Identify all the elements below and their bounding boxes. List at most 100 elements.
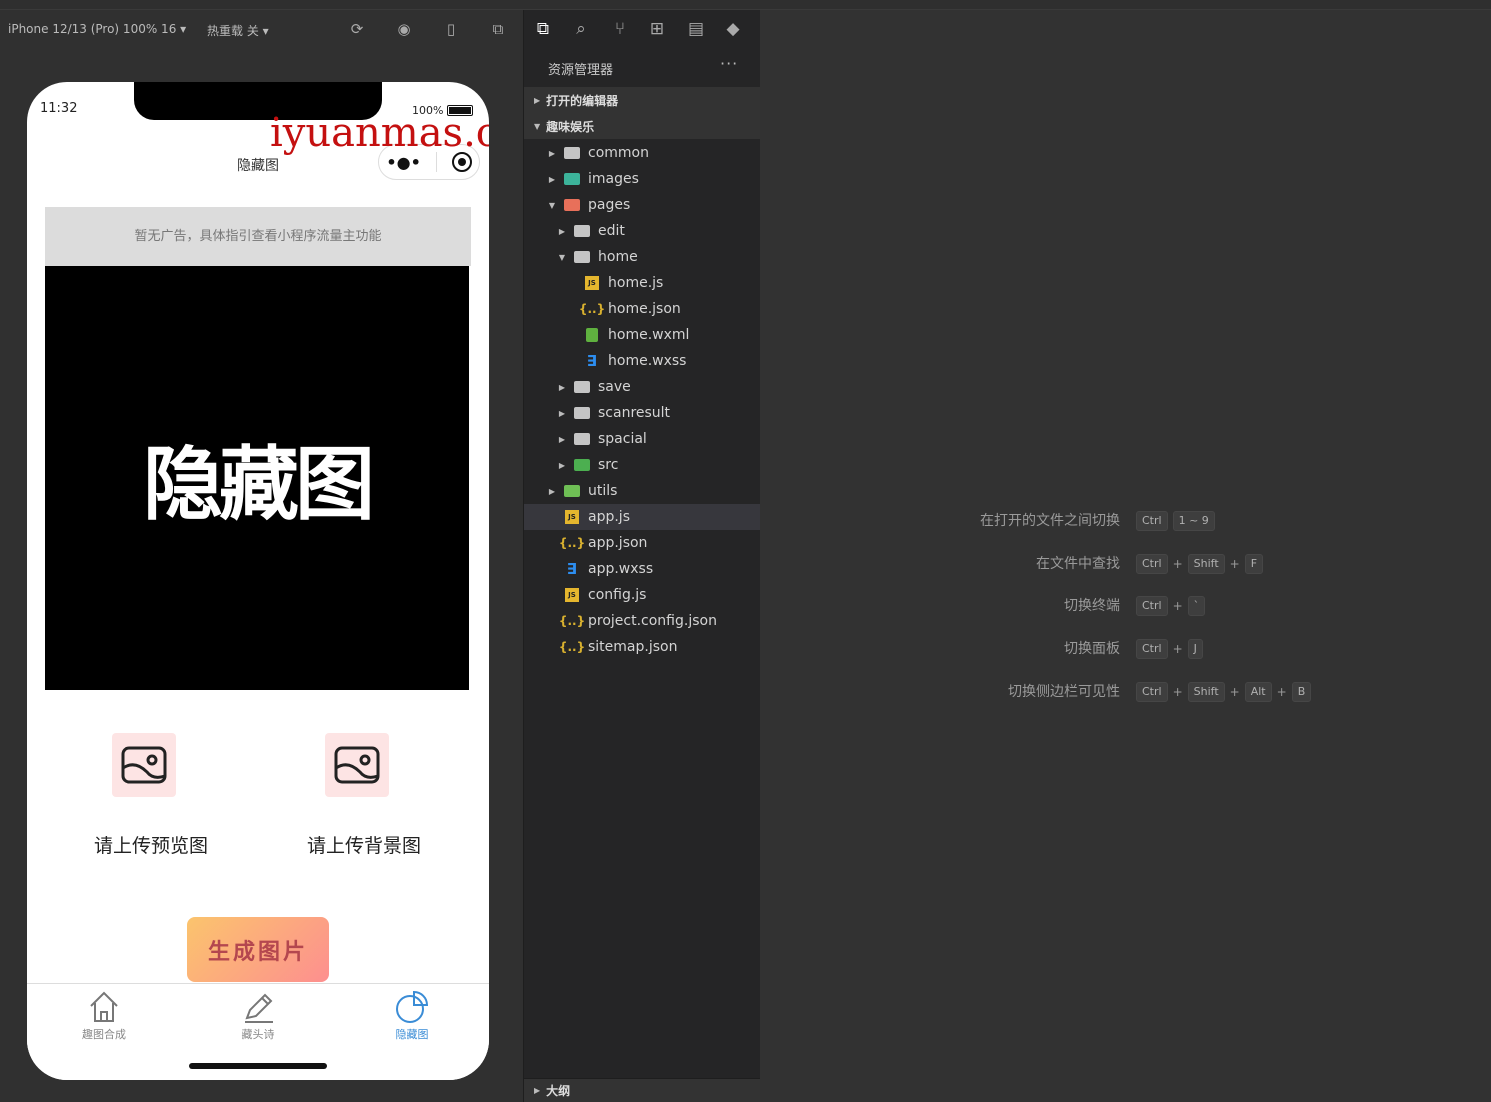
device-select[interactable]: iPhone 12/13 (Pro) 100% 16 ▾	[8, 22, 186, 36]
editor-area: 在打开的文件之间切换 Ctrl 1 ~ 9 在文件中查找 Ctrl + Shift + F 切换终…	[760, 10, 1491, 1102]
upload-background-label: 请上传背景图	[306, 835, 421, 857]
folder-icon	[574, 406, 590, 420]
js-file-icon: JS	[564, 510, 580, 524]
tree-item[interactable]: JS app.js	[524, 504, 761, 530]
refresh-icon[interactable]: ⟳	[348, 20, 366, 38]
tree-item[interactable]: ▼ pages	[524, 192, 761, 218]
shortcut-label: 切换面板	[1064, 641, 1120, 658]
shortcut-hint: 在打开的文件之间切换 Ctrl 1 ~ 9	[760, 510, 1491, 532]
more-actions-icon[interactable]: ···	[720, 54, 738, 73]
shortcut-keys: Ctrl + J	[1136, 638, 1203, 660]
section-label: 趣味娱乐	[546, 119, 595, 134]
caret-right-icon: ▶	[548, 174, 556, 184]
ad-banner: 暂无广告，具体指引查看小程序流量主功能	[45, 207, 471, 266]
tree-item[interactable]: {..} sitemap.json	[524, 634, 761, 660]
simulator-toolbar: iPhone 12/13 (Pro) 100% 16 ▾ 热重载 关 ▾ ⟳ ◉…	[0, 10, 523, 48]
tree-item-label: home.json	[608, 301, 681, 317]
upload-preview-button[interactable]	[112, 733, 176, 797]
key: Shift	[1187, 553, 1225, 574]
tree-item[interactable]: JS home.js	[524, 270, 761, 296]
json-file-icon: {..}	[558, 614, 586, 628]
section-outline[interactable]: ▶ 大纲	[524, 1078, 761, 1102]
section-label: 打开的编辑器	[546, 93, 619, 108]
caret-down-icon: ▼	[548, 200, 556, 210]
tab-fun-image[interactable]: 趣图合成	[54, 988, 154, 1042]
tree-item-label: save	[598, 379, 631, 395]
section-project[interactable]: ▼ 趣味娱乐	[524, 113, 761, 139]
tree-item[interactable]: ▶ edit	[524, 218, 761, 244]
tree-item-label: app.json	[588, 535, 648, 551]
tree-item[interactable]: ▶ utils	[524, 478, 761, 504]
caret-right-icon: ▶	[558, 460, 566, 470]
tree-item-label: scanresult	[598, 405, 671, 421]
generate-image-button[interactable]: 生成图片	[187, 917, 329, 982]
pie-chart-icon	[396, 990, 429, 1023]
tree-item[interactable]: ▶ save	[524, 374, 761, 400]
activity-tabs: ⧉ ⌕ ⑂ ⊞ ▤ ◆	[524, 10, 761, 48]
upload-preview-label: 请上传预览图	[93, 835, 208, 857]
section-label: 大纲	[546, 1084, 571, 1098]
tree-item[interactable]: ▶ scanresult	[524, 400, 761, 426]
wxml-file-icon	[584, 328, 600, 342]
key-plus: +	[1172, 556, 1183, 571]
tree-item-label: sitemap.json	[588, 639, 678, 655]
tree-item[interactable]: {..} project.config.json	[524, 608, 761, 634]
key: F	[1244, 553, 1264, 574]
tree-item[interactable]: JS config.js	[524, 582, 761, 608]
key: Ctrl	[1136, 639, 1168, 660]
tab-acrostic[interactable]: 藏头诗	[208, 988, 308, 1042]
tab-hidden-image[interactable]: 隐藏图	[362, 988, 462, 1042]
shortcut-keys: Ctrl + Shift + Alt + B	[1136, 681, 1312, 703]
files-icon[interactable]: ⧉	[533, 19, 553, 39]
shortcut-keys: Ctrl 1 ~ 9	[1136, 510, 1215, 532]
image-icon	[334, 746, 380, 784]
tree-item-label: common	[588, 145, 649, 161]
key: Ctrl	[1136, 681, 1168, 702]
record-icon[interactable]: ◉	[395, 20, 413, 38]
key: Ctrl	[1136, 553, 1168, 574]
caret-right-icon: ▶	[558, 408, 566, 418]
tree-item[interactable]: ∃ app.wxss	[524, 556, 761, 582]
tree-item-label: pages	[588, 197, 631, 213]
tree-item[interactable]: ∃ home.wxss	[524, 348, 761, 374]
caret-right-icon: ▶	[558, 382, 566, 392]
tree-item-label: images	[588, 171, 639, 187]
tree-item[interactable]: ▶ common	[524, 140, 761, 166]
watermark: iyuanmas.com	[270, 110, 489, 156]
key: Ctrl	[1136, 596, 1168, 617]
docker-icon[interactable]: ◆	[723, 19, 743, 39]
caret-down-icon: ▼	[534, 121, 541, 131]
key: Ctrl	[1136, 511, 1168, 531]
window-icon[interactable]: ⧉	[489, 20, 507, 38]
tree-item[interactable]: ▶ images	[524, 166, 761, 192]
tab-label: 藏头诗	[241, 1028, 275, 1041]
tree-item[interactable]: {..} app.json	[524, 530, 761, 556]
hot-reload-select[interactable]: 热重载 关 ▾	[207, 22, 269, 39]
source-control-icon[interactable]: ⑂	[610, 19, 630, 39]
tree-item[interactable]: {..} home.json	[524, 296, 761, 322]
folder-icon	[574, 380, 590, 394]
phone-icon[interactable]: ▯	[442, 20, 460, 38]
folder-icon	[564, 484, 580, 498]
shortcut-label: 切换侧边栏可见性	[1008, 683, 1120, 700]
section-open-editors[interactable]: ▶ 打开的编辑器	[524, 87, 761, 113]
tree-item-label: project.config.json	[588, 613, 717, 629]
key: B	[1291, 681, 1312, 702]
json-file-icon: {..}	[558, 536, 586, 550]
tree-item-label: home.wxml	[608, 327, 690, 343]
key: J	[1187, 639, 1203, 660]
tree-item[interactable]: ▶ src	[524, 452, 761, 478]
save-icon[interactable]: ▤	[686, 19, 706, 39]
shortcut-hint: 切换侧边栏可见性 Ctrl + Shift + Alt + B	[760, 681, 1491, 703]
search-icon[interactable]: ⌕	[571, 19, 591, 39]
shortcut-hint: 在文件中查找 Ctrl + Shift + F	[760, 553, 1491, 575]
upload-background-button[interactable]	[325, 733, 389, 797]
tree-item[interactable]: ▼ home	[524, 244, 761, 270]
tree-item[interactable]: home.wxml	[524, 322, 761, 348]
extensions-icon[interactable]: ⊞	[647, 19, 667, 39]
shortcut-hint: 切换面板 Ctrl + J	[760, 638, 1491, 660]
caret-right-icon: ▶	[558, 434, 566, 444]
tree-item[interactable]: ▶ spacial	[524, 426, 761, 452]
explorer-pane: ⧉ ⌕ ⑂ ⊞ ▤ ◆ 资源管理器 ··· ▶ 打开的编辑器 ▼ 趣味娱乐 ▶ c…	[523, 10, 761, 1102]
pen-icon	[245, 993, 273, 1023]
